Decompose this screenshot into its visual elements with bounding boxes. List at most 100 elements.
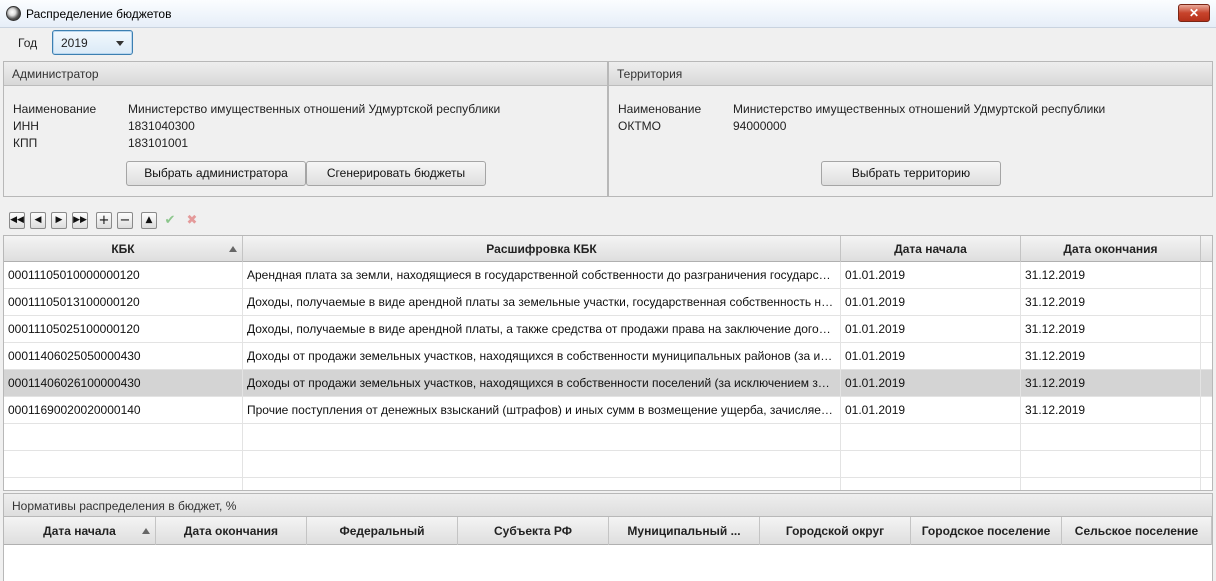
window-title: Распределение бюджетов [26, 7, 172, 21]
column-header-label: КБК [111, 242, 135, 256]
cell-kbk: 00011105010000000120 [4, 262, 243, 289]
table-row[interactable]: 00011105013100000120 Доходы, получаемые … [4, 289, 1212, 316]
norms-column-rural-settlement[interactable]: Сельское поселение [1062, 517, 1212, 545]
admin-inn-value: 1831040300 [128, 119, 195, 133]
norms-column-federal[interactable]: Федеральный [307, 517, 458, 545]
cell-start-date: 01.01.2019 [841, 316, 1021, 343]
kbk-table-header: КБК Расшифровка КБК Дата начала Дата око… [4, 236, 1212, 262]
previous-record-icon[interactable]: ◀ [30, 212, 46, 229]
cell-start-date: 01.01.2019 [841, 262, 1021, 289]
chevron-down-icon [116, 41, 124, 46]
admin-name-label: Наименование [13, 102, 97, 116]
first-record-icon[interactable]: ◀◀ [9, 212, 25, 229]
cell-kbk: 00011690020020000140 [4, 397, 243, 424]
year-value: 2019 [61, 36, 88, 50]
sort-ascending-icon [142, 528, 150, 534]
table-row[interactable]: 00011406025050000430 Доходы от продажи з… [4, 343, 1212, 370]
column-header-description[interactable]: Расшифровка КБК [243, 236, 841, 262]
select-territory-button[interactable]: Выбрать территорию [821, 161, 1001, 186]
table-row-selected[interactable]: 00011406026100000430 Доходы от продажи з… [4, 370, 1212, 397]
cell-end-date: 31.12.2019 [1021, 289, 1201, 316]
norms-column-subject[interactable]: Субъекта РФ [458, 517, 609, 545]
cell-start-date: 01.01.2019 [841, 370, 1021, 397]
norms-column-urban-settlement[interactable]: Городское поселение [911, 517, 1062, 545]
administrator-panel: Администратор Наименование Министерство … [3, 61, 608, 197]
cell-kbk: 00011105025100000120 [4, 316, 243, 343]
cell-kbk: 00011406025050000430 [4, 343, 243, 370]
territory-header: Территория [609, 62, 1212, 86]
empty-row [4, 424, 1212, 451]
norms-table: Дата начала Дата окончания Федеральный С… [3, 517, 1213, 581]
add-record-icon[interactable]: + [96, 212, 112, 229]
last-record-icon[interactable]: ▶▶ [72, 212, 88, 229]
empty-cell [4, 424, 243, 451]
cell-description: Доходы от продажи земельных участков, на… [243, 343, 841, 370]
empty-cell [1021, 478, 1201, 490]
empty-cell [4, 451, 243, 478]
norms-column-city-district[interactable]: Городской округ [760, 517, 911, 545]
remove-record-icon[interactable]: − [117, 212, 133, 229]
column-header-start-date[interactable]: Дата начала [841, 236, 1021, 262]
admin-inn-label: ИНН [13, 119, 39, 133]
cell-end-date: 31.12.2019 [1021, 370, 1201, 397]
column-header-end-date[interactable]: Дата окончания [1021, 236, 1201, 262]
cell-start-date: 01.01.2019 [841, 343, 1021, 370]
territory-name-label: Наименование [618, 102, 702, 116]
cell-end-date: 31.12.2019 [1021, 343, 1201, 370]
admin-name-value: Министерство имущественных отношений Удм… [128, 102, 501, 116]
table-row[interactable]: 00011105010000000120 Арендная плата за з… [4, 262, 1212, 289]
select-administrator-button[interactable]: Выбрать администратора [126, 161, 306, 186]
confirm-icon[interactable]: ✔ [162, 212, 178, 229]
territory-panel: Территория Наименование Министерство иму… [608, 61, 1213, 197]
year-label: Год [18, 36, 38, 50]
cell-start-date: 01.01.2019 [841, 289, 1021, 316]
year-select[interactable]: 2019 [52, 30, 133, 55]
move-up-icon[interactable]: ▲ [141, 212, 157, 229]
norms-column-start-date[interactable]: Дата начала [4, 517, 156, 545]
column-header-kbk[interactable]: КБК [4, 236, 243, 262]
cell-start-date: 01.01.2019 [841, 397, 1021, 424]
administrator-header: Администратор [4, 62, 607, 86]
cell-description: Доходы, получаемые в виде арендной платы… [243, 289, 841, 316]
sort-ascending-icon [229, 246, 237, 252]
empty-cell [1021, 424, 1201, 451]
app-icon [6, 6, 21, 21]
next-record-icon[interactable]: ▶ [51, 212, 67, 229]
cell-kbk: 00011105013100000120 [4, 289, 243, 316]
admin-kpp-label: КПП [13, 136, 38, 150]
table-row[interactable]: 00011105025100000120 Доходы, получаемые … [4, 316, 1212, 343]
norms-column-municipal[interactable]: Муниципальный ... [609, 517, 760, 545]
cell-description: Прочие поступления от денежных взысканий… [243, 397, 841, 424]
norms-column-end-date[interactable]: Дата окончания [156, 517, 307, 545]
empty-cell [1021, 451, 1201, 478]
cell-description: Доходы от продажи земельных участков, на… [243, 370, 841, 397]
norms-table-header: Дата начала Дата окончания Федеральный С… [4, 517, 1212, 545]
cell-end-date: 31.12.2019 [1021, 397, 1201, 424]
kbk-table: КБК Расшифровка КБК Дата начала Дата око… [3, 235, 1213, 491]
empty-cell [243, 478, 841, 490]
cell-description: Доходы, получаемые в виде арендной платы… [243, 316, 841, 343]
empty-row [4, 451, 1212, 478]
territory-name-value: Министерство имущественных отношений Удм… [733, 102, 1106, 116]
admin-kpp-value: 183101001 [128, 136, 189, 150]
cell-kbk: 00011406026100000430 [4, 370, 243, 397]
norms-header: Нормативы распределения в бюджет, % [3, 493, 1213, 517]
empty-cell [841, 424, 1021, 451]
empty-cell [841, 478, 1021, 490]
territory-oktmo-value: 94000000 [733, 119, 787, 133]
territory-oktmo-label: ОКТМО [618, 119, 661, 133]
empty-cell [243, 424, 841, 451]
close-button[interactable]: ✕ [1178, 4, 1210, 22]
column-header-label: Дата начала [43, 524, 116, 538]
generate-budgets-button[interactable]: Сгенерировать бюджеты [306, 161, 486, 186]
empty-cell [4, 478, 243, 490]
empty-cell [243, 451, 841, 478]
title-bar: Распределение бюджетов ✕ [0, 0, 1216, 28]
cell-end-date: 31.12.2019 [1021, 316, 1201, 343]
cell-end-date: 31.12.2019 [1021, 262, 1201, 289]
table-row[interactable]: 00011690020020000140 Прочие поступления … [4, 397, 1212, 424]
empty-cell [841, 451, 1021, 478]
cancel-icon[interactable]: ✖ [184, 212, 200, 229]
cell-description: Арендная плата за земли, находящиеся в г… [243, 262, 841, 289]
empty-row [4, 478, 1212, 490]
